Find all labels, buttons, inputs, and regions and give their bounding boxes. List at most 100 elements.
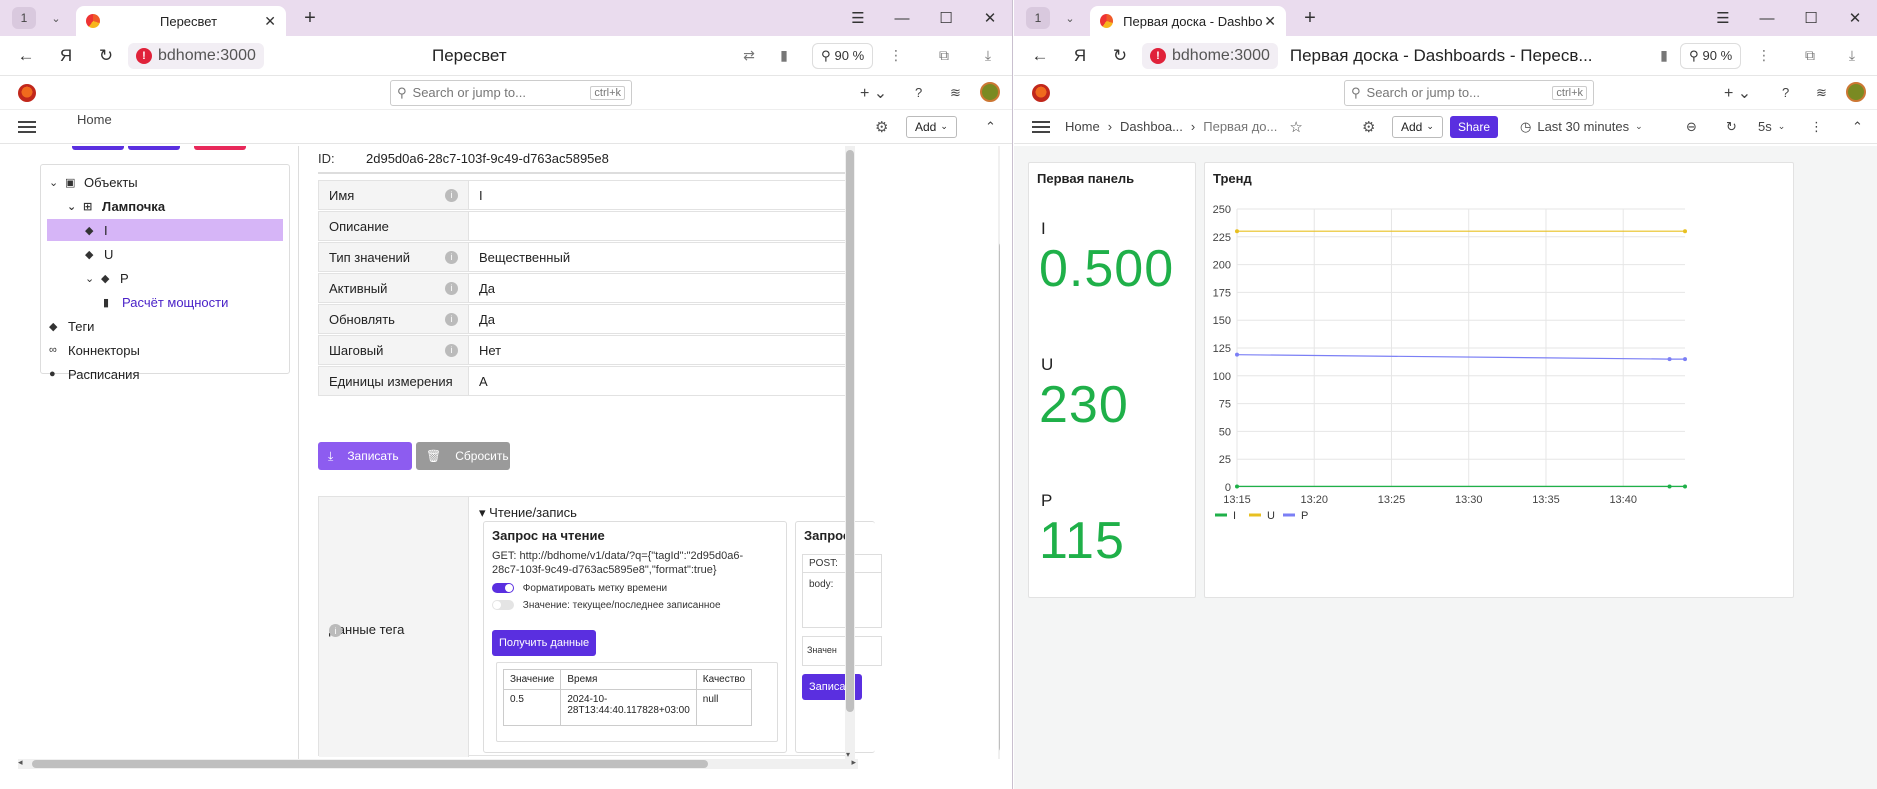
avatar[interactable] xyxy=(1846,82,1866,102)
breadcrumb-home[interactable]: Home xyxy=(77,112,112,127)
format-timestamp-toggle[interactable] xyxy=(492,583,514,594)
tab-close-icon[interactable]: ✕ xyxy=(264,13,276,30)
info-icon[interactable]: i xyxy=(445,188,458,202)
collapse-chevron-icon[interactable]: ⌃ xyxy=(1852,119,1863,135)
more-vertical-icon[interactable]: ⋮ xyxy=(1810,119,1823,135)
field-value[interactable]: Вещественный xyxy=(469,243,852,271)
settings-gear-icon[interactable]: ⚙ xyxy=(1362,118,1375,136)
menu-icon[interactable]: ☰ xyxy=(836,9,880,27)
help-icon[interactable]: ? xyxy=(915,85,922,100)
tab-list-chevron-icon[interactable]: ⌄ xyxy=(46,12,66,25)
field-value[interactable] xyxy=(469,212,852,240)
more-icon[interactable]: ⋮ xyxy=(880,47,912,64)
tree-chevron-icon[interactable]: ⌄ xyxy=(85,272,101,285)
breadcrumb-dashboards[interactable]: Dashboa... xyxy=(1120,119,1183,134)
active-tab[interactable]: Пересвет ✕ xyxy=(76,6,286,36)
info-icon[interactable]: i xyxy=(445,312,458,326)
bookmark-icon[interactable]: ▮ xyxy=(1648,47,1680,64)
zoom-indicator[interactable]: ⚲ 90 % xyxy=(1680,42,1742,69)
write-body-box[interactable]: POST: body: xyxy=(802,554,882,628)
back-icon[interactable]: ← xyxy=(6,46,46,66)
share-button[interactable]: Share xyxy=(1450,115,1499,138)
minimize-icon[interactable]: — xyxy=(880,10,924,27)
collapse-chevron-icon[interactable]: ⌃ xyxy=(985,119,996,135)
translate-icon[interactable]: ⇄ xyxy=(733,47,765,64)
new-tab-button[interactable]: + xyxy=(298,6,322,30)
rss-icon[interactable]: ≋ xyxy=(950,85,961,101)
tree-chevron-icon[interactable]: ⌄ xyxy=(49,176,65,189)
field-value[interactable]: Нет xyxy=(469,336,852,364)
trend-panel[interactable]: Тренд 0 25 50 75 100 125 150 175 200 225 250 13:15 1… xyxy=(1204,162,1794,598)
maximize-icon[interactable]: ☐ xyxy=(924,9,968,27)
help-icon[interactable]: ? xyxy=(1782,85,1789,100)
reload-icon[interactable]: ↻ xyxy=(86,46,126,66)
yandex-icon[interactable]: Я xyxy=(1060,46,1100,66)
tab-close-icon[interactable]: ✕ xyxy=(1264,13,1276,30)
back-icon[interactable]: ← xyxy=(1020,46,1060,66)
horizontal-scrollbar[interactable]: ◂ ▸ xyxy=(18,757,858,769)
active-tab[interactable]: Первая доска - Dashbo ✕ xyxy=(1090,6,1286,36)
search-input[interactable]: ⚲ Search or jump to... ctrl+k xyxy=(1344,79,1594,106)
stat-panel[interactable]: Первая панель I 0.500 U 230 P 115 xyxy=(1028,162,1196,598)
menu-icon[interactable]: ☰ xyxy=(1701,9,1745,27)
toolbar-button-partial[interactable] xyxy=(128,146,180,150)
field-value[interactable]: I xyxy=(469,181,852,209)
more-icon[interactable]: ⋮ xyxy=(1748,47,1780,64)
collections-icon[interactable]: ⧉ xyxy=(1794,47,1826,64)
download-icon[interactable]: ⤓ xyxy=(972,47,1004,64)
inner-vertical-scrollbar[interactable]: ▾ xyxy=(845,146,855,759)
url-field[interactable]: ! bdhome:3000 xyxy=(128,42,264,69)
reset-button[interactable]: 🗑 Сбросить xyxy=(416,442,510,470)
zoom-out-icon[interactable]: ⊖ xyxy=(1686,119,1697,135)
star-icon[interactable]: ☆ xyxy=(1289,118,1302,136)
add-button[interactable]: Add ⌄ xyxy=(1392,115,1443,138)
breadcrumb-home[interactable]: Home xyxy=(1065,119,1100,134)
new-tab-button[interactable]: + xyxy=(1298,6,1322,30)
app-logo[interactable] xyxy=(18,83,36,102)
field-value[interactable]: Да xyxy=(469,274,852,302)
time-range-picker[interactable]: ◷ Last 30 minutes ⌄ xyxy=(1520,119,1643,135)
field-value[interactable]: Да xyxy=(469,305,852,333)
plus-icon[interactable]: + ⌄ xyxy=(860,83,887,103)
download-icon[interactable]: ⤓ xyxy=(1836,47,1868,64)
insecure-warning-icon[interactable]: ! xyxy=(136,47,152,64)
tree-item[interactable]: ◆ Теги xyxy=(49,315,94,337)
add-button[interactable]: Add ⌄ xyxy=(906,115,957,138)
read-write-toggle[interactable]: ▾ Чтение/запись xyxy=(479,505,577,521)
window-close-icon[interactable]: ✕ xyxy=(1833,9,1877,27)
page-vertical-scrollbar[interactable] xyxy=(998,146,1000,759)
minimize-icon[interactable]: — xyxy=(1745,10,1789,27)
search-input[interactable]: ⚲ Search or jump to... ctrl+k xyxy=(390,79,632,106)
menu-toggle-icon[interactable] xyxy=(18,120,36,133)
refresh-interval-picker[interactable]: 5s ⌄ xyxy=(1758,119,1785,134)
scrollbar-thumb[interactable] xyxy=(999,242,1000,752)
tree-item[interactable]: ● Расписания xyxy=(49,363,139,385)
tab-count-button[interactable]: 1 xyxy=(1026,7,1050,29)
field-value[interactable]: A xyxy=(469,367,852,395)
scrollbar-thumb[interactable] xyxy=(32,760,708,768)
info-icon[interactable]: i xyxy=(445,250,458,264)
info-icon[interactable]: i xyxy=(445,343,458,357)
tree-item[interactable]: ∞ Коннекторы xyxy=(49,339,140,361)
window-close-icon[interactable]: ✕ xyxy=(968,9,1012,27)
bookmark-icon[interactable]: ▮ xyxy=(768,47,800,64)
insecure-warning-icon[interactable]: ! xyxy=(1150,47,1166,64)
scroll-down-icon[interactable]: ▾ xyxy=(846,750,850,759)
toolbar-button-partial[interactable] xyxy=(72,146,124,150)
tree-item[interactable]: ◆ U xyxy=(85,243,113,265)
yandex-icon[interactable]: Я xyxy=(46,46,86,66)
scrollbar-thumb[interactable] xyxy=(846,150,854,712)
tree-item[interactable]: ⌄ ⊞ Лампочка xyxy=(67,195,165,217)
reload-icon[interactable]: ↻ xyxy=(1100,46,1140,66)
tree-chevron-icon[interactable]: ⌄ xyxy=(67,200,83,213)
tree-item[interactable]: ◆ I xyxy=(47,219,283,241)
maximize-icon[interactable]: ☐ xyxy=(1789,9,1833,27)
collections-icon[interactable]: ⧉ xyxy=(928,47,960,64)
tree-item[interactable]: ⌄ ▣ Объекты xyxy=(49,171,138,193)
trend-chart[interactable]: 0 25 50 75 100 125 150 175 200 225 250 13:15 13:20 13… xyxy=(1205,163,1795,599)
info-icon[interactable]: i xyxy=(445,281,458,295)
refresh-icon[interactable]: ↻ xyxy=(1726,119,1737,135)
save-button[interactable]: ⤓ Записать xyxy=(318,442,412,470)
toolbar-button-partial[interactable] xyxy=(194,146,246,150)
get-data-button[interactable]: Получить данные xyxy=(492,630,597,656)
